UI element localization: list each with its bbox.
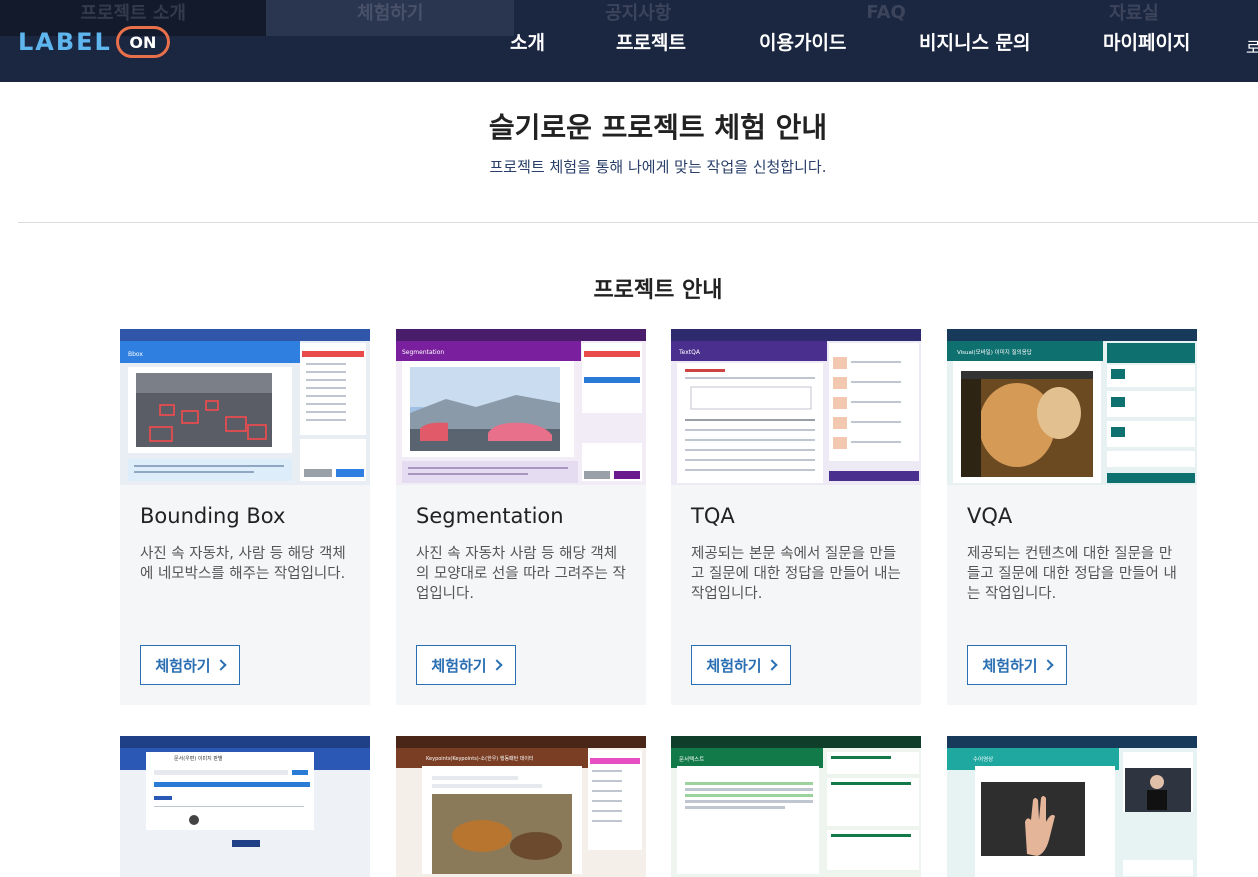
site-logo[interactable]: LABEL ON	[18, 25, 170, 59]
card-description: 사진 속 자동차 사람 등 해당 객체의 모양대로 선을 따라 그려주는 작업입…	[416, 546, 626, 602]
vqa-preview-image: Visual(모바일) 이미지 질의응답	[947, 329, 1197, 485]
keypoints-preview-image: Keypoints(Keypoints)-소(한우) 행동패턴 데이터	[396, 736, 646, 877]
document-preview-image: 문서(우편) 이미지 판별	[120, 736, 370, 877]
page-subtitle: 프로젝트 체험을 통해 나에게 맞는 작업을 신청합니다.	[489, 158, 827, 176]
project-card-segmentation: Segmentation Segmentation 사진 속 자동차 사람 등 …	[396, 329, 646, 705]
project-card-document: 문서(우편) 이미지 판별	[120, 736, 370, 877]
project-card-keypoints: Keypoints(Keypoints)-소(한우) 행동패턴 데이터	[396, 736, 646, 877]
section-title: 프로젝트 안내	[0, 272, 1258, 304]
chevron-right-icon	[214, 659, 227, 671]
card-thumbnail: Bbox	[120, 329, 370, 485]
nav-item-guide[interactable]: 이용가이드	[759, 28, 846, 55]
try-button-segmentation[interactable]: 체험하기	[416, 645, 516, 685]
document-text-preview-image: 문서텍스트	[671, 736, 921, 877]
chevron-right-icon	[1041, 659, 1054, 671]
card-thumbnail: TextQA	[671, 329, 921, 485]
svg-text:문서텍스트: 문서텍스트	[679, 755, 704, 763]
card-title: Segmentation	[416, 504, 564, 528]
svg-text:Visual(모바일) 이미지 질의응답: Visual(모바일) 이미지 질의응답	[957, 348, 1032, 356]
section-title-text: 프로젝트 안내	[583, 272, 733, 304]
try-button-tqa[interactable]: 체험하기	[691, 645, 791, 685]
svg-text:문서(우편) 이미지 판별: 문서(우편) 이미지 판별	[174, 755, 223, 762]
card-title: TQA	[691, 504, 735, 528]
svg-text:수어영상: 수어영상	[973, 755, 993, 763]
try-button-bbox[interactable]: 체험하기	[140, 645, 240, 685]
segmentation-preview-image: Segmentation	[396, 329, 646, 485]
tqa-preview-image: TextQA	[671, 329, 921, 485]
card-thumbnail: 수어영상	[947, 736, 1197, 877]
try-button-vqa[interactable]: 체험하기	[967, 645, 1067, 685]
chevron-right-icon	[490, 659, 503, 671]
ghost-tab[interactable]: 체험하기	[266, 0, 515, 36]
card-title: Bounding Box	[140, 504, 286, 528]
bbox-preview-image: Bbox	[120, 329, 370, 485]
site-header: 프로젝트 소개 체험하기 공지사항 FAQ 자료실 LABEL ON 소개 프로…	[0, 0, 1258, 82]
svg-text:Segmentation: Segmentation	[402, 349, 444, 356]
sign-language-preview-image: 수어영상	[947, 736, 1197, 877]
svg-text:Keypoints(Keypoints)-소(한우) 행동패: Keypoints(Keypoints)-소(한우) 행동패턴 데이터	[426, 755, 534, 762]
nav-item-login[interactable]: 로	[1246, 34, 1258, 58]
chevron-right-icon	[765, 659, 778, 671]
project-card-document-text: 문서텍스트	[671, 736, 921, 877]
nav-item-mypage[interactable]: 마이페이지	[1103, 28, 1190, 55]
nav-item-intro[interactable]: 소개	[510, 28, 545, 55]
card-thumbnail: Segmentation	[396, 329, 646, 485]
logo-on-badge: ON	[115, 26, 170, 58]
card-title: VQA	[967, 504, 1013, 528]
project-card-vqa: Visual(모바일) 이미지 질의응답 VQA 제공되는 컨텐츠에 대한 질문…	[947, 329, 1197, 705]
card-description: 제공되는 본문 속에서 질문을 만들고 질문에 대한 정답을 만들어 내는 작업…	[691, 546, 901, 602]
svg-text:TextQA: TextQA	[678, 349, 701, 356]
project-card-sign-language: 수어영상	[947, 736, 1197, 877]
card-description: 사진 속 자동차, 사람 등 해당 객체에 네모박스를 해주는 작업입니다.	[140, 546, 346, 582]
svg-text:Bbox: Bbox	[128, 351, 143, 358]
try-button-label: 체험하기	[155, 656, 211, 675]
card-thumbnail: Visual(모바일) 이미지 질의응답	[947, 329, 1197, 485]
try-button-label: 체험하기	[431, 656, 487, 675]
card-thumbnail: Keypoints(Keypoints)-소(한우) 행동패턴 데이터	[396, 736, 646, 877]
project-card-bbox: Bbox Bounding Box 사진 속 자동차, 사람 등 해당 객체에 …	[120, 329, 370, 705]
nav-item-project[interactable]: 프로젝트	[616, 28, 686, 55]
card-thumbnail: 문서텍스트	[671, 736, 921, 877]
logo-text: LABEL	[18, 28, 112, 56]
page-title: 슬기로운 프로젝트 체험 안내	[488, 111, 828, 144]
project-card-tqa: TextQA TQA 제공되는 본문 속에서 질문을 만들고 질문에 대한 정답…	[671, 329, 921, 705]
nav-item-business[interactable]: 비지니스 문의	[919, 28, 1031, 55]
divider	[18, 222, 1258, 223]
try-button-label: 체험하기	[706, 656, 762, 675]
card-description: 제공되는 컨텐츠에 대한 질문을 만들고 질문에 대한 정답을 만들어 내는 작…	[967, 546, 1177, 602]
card-thumbnail: 문서(우편) 이미지 판별	[120, 736, 370, 877]
try-button-label: 체험하기	[982, 656, 1038, 675]
